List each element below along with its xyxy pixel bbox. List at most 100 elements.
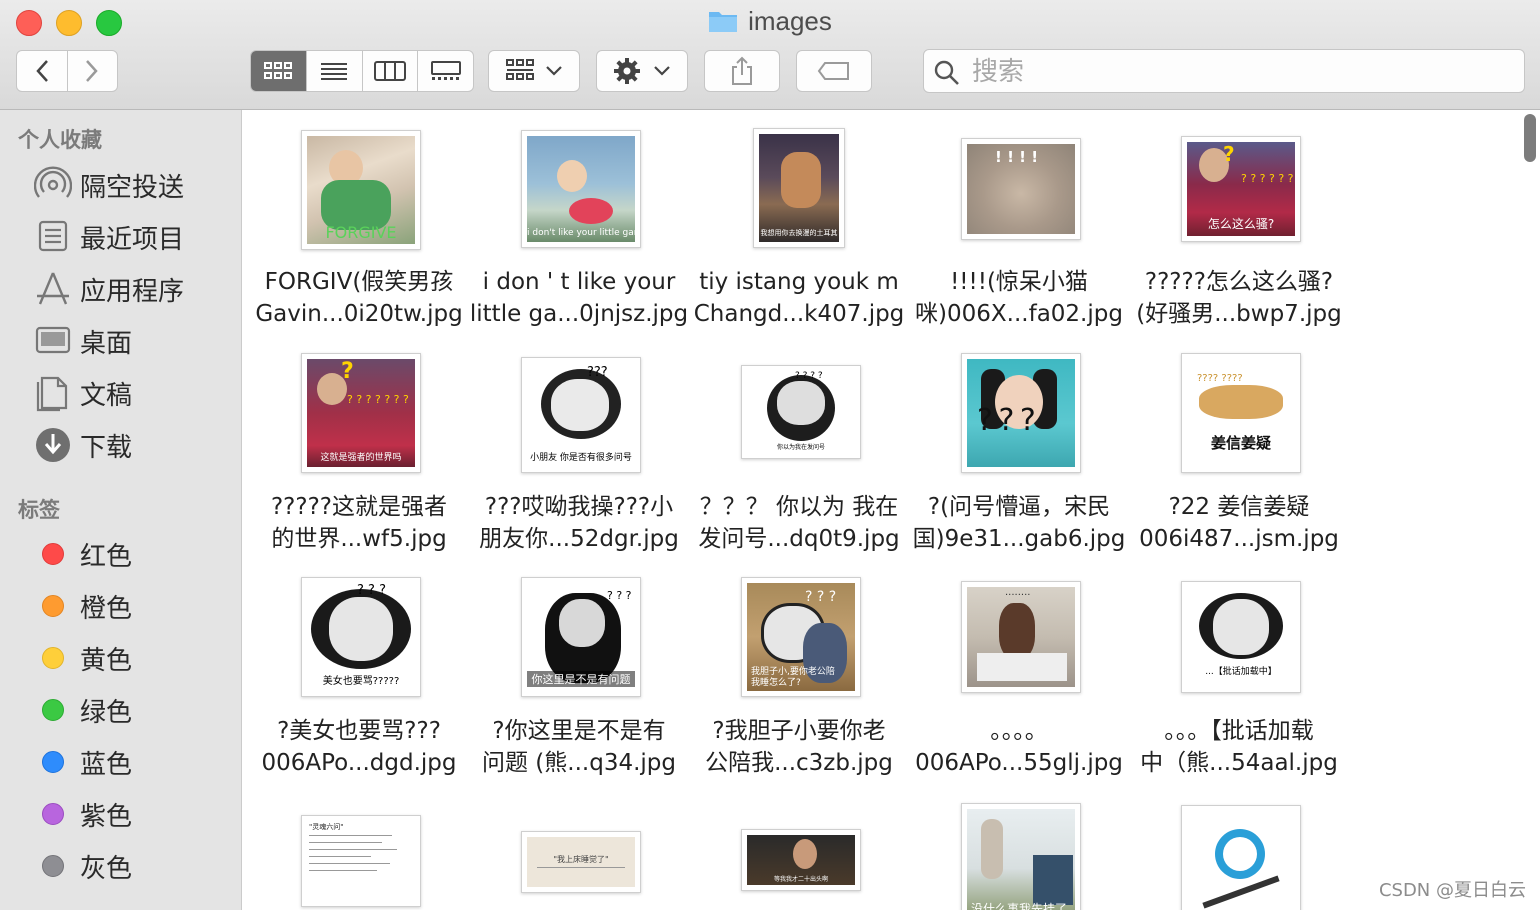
thumbnail-caption: 你这里是不是有问题	[527, 671, 635, 687]
file-name-line1: ?你这里是不是有	[492, 718, 666, 744]
file-name-line2: little ga...0jnjsz.jpg	[469, 301, 689, 327]
file-name-line1: ?美女也要骂???	[277, 718, 441, 744]
file-thumbnail: "灵魂六问"	[301, 815, 421, 907]
column-view-button[interactable]	[361, 51, 418, 91]
chevron-down-icon	[546, 66, 562, 76]
sidebar-item-airdrop[interactable]: 隔空投送	[34, 163, 234, 207]
thumbnail-caption: 我胆子小,要你老公陪我睡怎么了?	[751, 667, 835, 688]
thumbnail-caption: 你以为我在发问号	[776, 444, 825, 451]
tag-label: 蓝色	[80, 749, 133, 780]
sidebar-tag-green[interactable]: 绿色	[34, 688, 234, 732]
recents-icon	[34, 218, 72, 256]
file-name-line1: i don ' t like your	[482, 269, 676, 295]
tag-label: 绿色	[80, 697, 133, 728]
thumbnail-caption: 没什么事我先挂了	[971, 902, 1068, 910]
file-name-line2: 公陪我...c3zb.jpg	[705, 750, 893, 776]
file-thumbnail: 等我我才二十出头啊	[741, 829, 861, 891]
file-name-line2: 朋友你...52dgr.jpg	[479, 526, 679, 552]
airdrop-icon	[34, 166, 72, 204]
file-name-line2: 006i487...jsm.jpg	[1139, 526, 1339, 552]
file-name-line2: 咪)006X...fa02.jpg	[915, 301, 1123, 327]
share-button[interactable]	[704, 50, 780, 92]
list-view-button[interactable]	[305, 51, 362, 91]
folder-icon	[708, 9, 738, 40]
tag-label: 橙色	[80, 593, 133, 624]
thumbnail-caption: 美女也要骂?????	[322, 676, 400, 687]
file-thumbnail: ? ? ? 美女也要骂?????	[301, 577, 421, 697]
sidebar-item-label: 下载	[80, 432, 133, 463]
sidebar-item-documents[interactable]: 文稿	[34, 371, 234, 415]
file-name-line1: tiy istang youk m	[699, 269, 899, 295]
gallery-view-button[interactable]	[417, 51, 473, 91]
sidebar-item-label: 应用程序	[80, 276, 185, 307]
file-thumbnail: ? ? ? ? ? ? ? ? 这就是强者的世界吗	[301, 353, 421, 473]
file-thumbnail: ???? ???? 姜信姜疑	[1181, 353, 1301, 473]
downloads-icon	[34, 426, 72, 464]
green-tag-dot-icon	[42, 699, 64, 721]
thumbnail-caption: ! ! ! !	[995, 148, 1039, 166]
thumbnail-caption: 这就是强者的世界吗	[320, 453, 402, 463]
view-mode-selector	[250, 50, 474, 92]
file-thumbnail: ??? 小朋友 你是否有很多问号	[521, 357, 641, 473]
file-thumbnail: 我想用你去换漫的土耳其	[753, 128, 845, 248]
file-name-line1: ?(问号懵逼，宋民	[927, 494, 1111, 520]
tag-label: 红色	[80, 541, 133, 572]
sidebar-tag-blue[interactable]: 蓝色	[34, 740, 234, 784]
list-icon	[321, 63, 348, 80]
vertical-scrollbar[interactable]	[1524, 114, 1536, 162]
sidebar-item-recents[interactable]: 最近项目	[34, 215, 234, 259]
applications-icon	[34, 270, 72, 308]
back-button[interactable]	[17, 51, 67, 91]
file-thumbnail: "我上床睡觉了"	[521, 831, 641, 893]
thumbnail-caption: "灵魂六问"	[309, 823, 344, 831]
group-by-button[interactable]	[488, 50, 580, 92]
file-thumbnail	[1181, 805, 1301, 910]
tag-label: 黄色	[80, 645, 133, 676]
sidebar-item-desktop[interactable]: 桌面	[34, 319, 234, 363]
file-name-line2: 的世界...wf5.jpg	[271, 526, 447, 552]
file-thumbnail: ...【批话加载中】	[1181, 581, 1301, 693]
window-title: images	[0, 6, 1540, 40]
navigation-buttons	[16, 50, 118, 92]
file-name-line1: ?22 姜信姜疑	[1168, 494, 1310, 520]
file-thumbnail: ? ? ? ? 你以为我在发问号	[741, 365, 861, 459]
share-icon	[732, 56, 752, 85]
file-name-line1: ???哎呦我操???小	[484, 494, 674, 520]
sidebar-tag-gray[interactable]: 灰色	[34, 844, 234, 888]
sidebar-item-downloads[interactable]: 下载	[34, 423, 234, 467]
window-title-text: images	[748, 6, 832, 36]
thumbnail-caption: "我上床睡觉了"	[553, 855, 609, 864]
sidebar-item-label: 最近项目	[80, 224, 185, 255]
blue-tag-dot-icon	[42, 751, 64, 773]
file-name-line1: ?????怎么这么骚?	[1144, 269, 1334, 295]
search-input[interactable]	[970, 54, 1514, 90]
file-thumbnail: 没什么事我先挂了	[961, 803, 1081, 910]
action-menu-button[interactable]	[596, 50, 688, 92]
thumbnail-caption: ...【批话加载中】	[1205, 667, 1277, 677]
tags-heading: 标签	[18, 498, 60, 522]
sidebar-tag-orange[interactable]: 橙色	[34, 584, 234, 628]
file-thumbnail: FORGIVE	[301, 130, 421, 250]
thumbnail-caption: ? ? ?	[977, 403, 1036, 438]
favorites-heading: 个人收藏	[18, 128, 102, 152]
forward-button[interactable]	[66, 51, 118, 91]
file-thumbnail: ? ? ?	[961, 353, 1081, 473]
file-name-line2: 006APo...55glj.jpg	[915, 750, 1123, 776]
sidebar-tag-yellow[interactable]: 黄色	[34, 636, 234, 680]
gallery-icon	[430, 61, 461, 80]
sidebar-item-applications[interactable]: 应用程序	[34, 267, 234, 311]
file-thumbnail: ? ? ? 你这里是不是有问题	[521, 577, 641, 697]
search-field[interactable]	[923, 49, 1525, 93]
sidebar-item-label: 隔空投送	[80, 172, 185, 203]
chevron-left-icon	[36, 60, 48, 82]
icon-grid-icon	[264, 62, 293, 79]
documents-icon	[34, 374, 72, 412]
tags-button[interactable]	[796, 50, 872, 92]
sidebar-tag-red[interactable]: 红色	[34, 532, 234, 576]
file-grid: FORGIVE FORGIV(假笑男孩 Gavin...0i20tw.jpg i…	[243, 110, 1540, 910]
sidebar-tag-purple[interactable]: 紫色	[34, 792, 234, 836]
purple-tag-dot-icon	[42, 803, 64, 825]
file-thumbnail: ? ? ? 我胆子小,要你老公陪我睡怎么了?	[741, 577, 861, 697]
icon-view-button[interactable]	[251, 51, 306, 91]
red-tag-dot-icon	[42, 543, 64, 565]
